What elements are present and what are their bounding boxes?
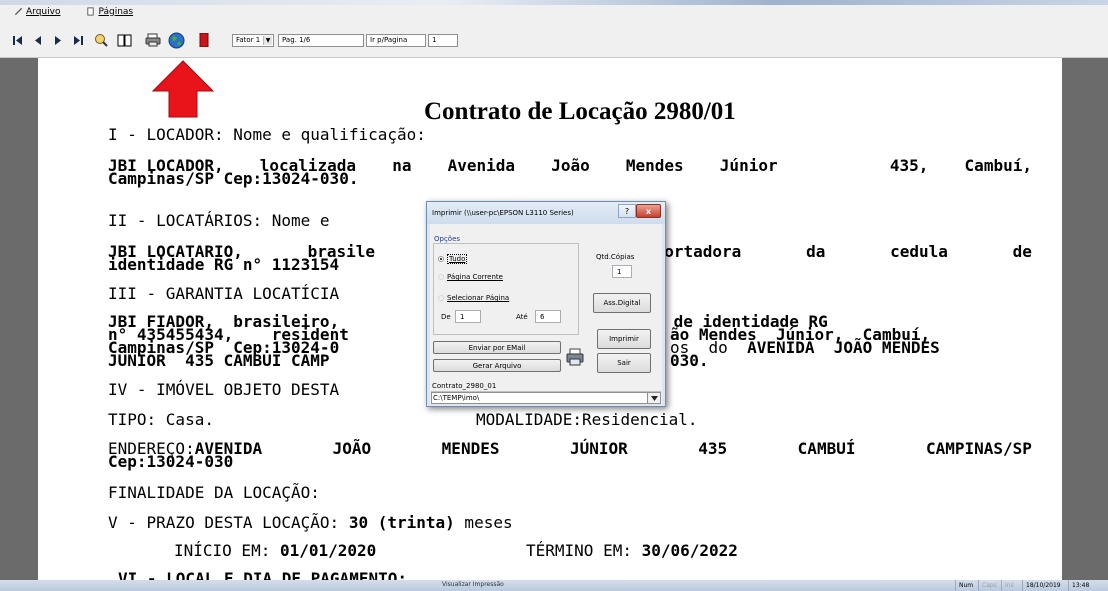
- magnifier-icon: [95, 34, 108, 47]
- doc-line: IV - IMÓVEL OBJETO DESTA: [108, 380, 340, 399]
- send-email-button[interactable]: Enviar por EMail: [433, 341, 561, 354]
- to-page-input[interactable]: 6: [535, 310, 561, 323]
- print-dialog: Imprimir (\\user-pc\EPSON L3110 Series) …: [426, 201, 666, 407]
- previous-page-button[interactable]: [28, 32, 48, 48]
- web-button[interactable]: [166, 31, 186, 49]
- status-bar: Visualizar Impressão Num Caps Ins 18/10/…: [0, 580, 1108, 591]
- menu-paginas[interactable]: Páginas: [86, 7, 133, 17]
- dialog-body: Opções Tudo Página Corrente Selecionar P…: [430, 224, 662, 404]
- folder-path-field[interactable]: C:\TEMP\imo\: [431, 392, 661, 404]
- first-page-icon: [13, 35, 22, 45]
- doc-line: TÉRMINO EM: 30/06/2022: [526, 541, 738, 560]
- copies-label: Qtd.Cópias: [596, 253, 635, 261]
- options-group-label: Opções: [433, 235, 462, 243]
- zoom-factor-select[interactable]: Fator 1 ▼: [232, 33, 274, 47]
- go-to-page-label: Ir p/Pagina: [366, 33, 426, 47]
- go-to-page-input[interactable]: 1: [428, 33, 458, 47]
- doc-line: FINALIDADE DA LOCAÇÃO:: [108, 483, 320, 502]
- status-text: Visualizar Impressão: [442, 581, 504, 588]
- red-arrow-icon: [152, 60, 214, 118]
- radio-current-page[interactable]: Página Corrente: [438, 273, 503, 281]
- doc-line: Campinas/SP Cep:13024-030.: [108, 169, 359, 188]
- doc-line: TIPO: Casa.: [108, 410, 214, 429]
- file-printer-button[interactable]: [563, 344, 587, 370]
- close-button[interactable]: x: [636, 204, 661, 218]
- to-label: Até: [516, 313, 528, 321]
- exit-door-icon: [199, 33, 209, 47]
- caps-lock-indicator: Caps: [978, 580, 1000, 591]
- insert-indicator: Ins: [1001, 580, 1021, 591]
- printer-icon: [566, 348, 584, 366]
- doc-line: VI - LOCAL E DIA DE PAGAMENTO:: [118, 569, 407, 581]
- next-page-button[interactable]: [48, 32, 68, 48]
- status-time: 13:48: [1068, 580, 1108, 591]
- last-page-icon: [74, 35, 83, 45]
- doc-line: Cep:13024-030: [108, 452, 234, 471]
- print-button[interactable]: [143, 31, 163, 49]
- print-confirm-button[interactable]: Imprimir: [597, 329, 651, 349]
- menu-bar: Arquivo Páginas: [0, 5, 1108, 18]
- doc-line: V - PRAZO DESTA LOCAÇÃO: 30 (trinta) mes…: [108, 513, 513, 532]
- previous-page-icon: [35, 35, 41, 45]
- doc-line: 030.: [670, 351, 709, 370]
- page-icon: [87, 7, 95, 16]
- doc-line: identidade RG n° 1123154: [108, 255, 340, 274]
- doc-line: JUNIOR 435 CAMBUI CAMP: [108, 351, 330, 370]
- two-pages-button[interactable]: [114, 31, 134, 49]
- doc-line: II - LOCATÁRIOS: Nome e: [108, 211, 330, 230]
- toolbar: Fator 1 ▼ Pag. 1/6 Ir p/Pagina 1: [0, 18, 1108, 58]
- zoom-button[interactable]: [91, 31, 111, 49]
- doc-line: III - GARANTIA LOCATÍCIA: [108, 284, 340, 303]
- doc-line: INÍCIO EM: 01/01/2020: [174, 541, 377, 560]
- doc-line-justified: ENDEREÇO:AVENIDA JOÃO MENDES JÚNIOR 435 CAMBU…: [108, 439, 1032, 458]
- page-indicator: Pag. 1/6: [278, 33, 364, 47]
- exit-dialog-button[interactable]: Sair: [597, 353, 651, 373]
- file-name-field[interactable]: Contrato_2980_01: [431, 380, 661, 392]
- from-page-input[interactable]: 1: [455, 310, 481, 323]
- num-lock-indicator: Num: [955, 580, 977, 591]
- radio-select-page[interactable]: Selecionar Página: [438, 294, 509, 302]
- book-icon: [117, 34, 131, 46]
- generate-file-button[interactable]: Gerar Arquivo: [433, 359, 561, 372]
- last-page-button[interactable]: [68, 32, 88, 48]
- printer-icon: [145, 33, 161, 47]
- globe-icon: [168, 32, 184, 48]
- next-page-icon: [55, 35, 61, 45]
- first-page-button[interactable]: [8, 32, 28, 48]
- doc-line: os do AVENIDA JOÃO MENDES: [670, 338, 940, 357]
- chevron-down-icon: ▼: [263, 35, 272, 45]
- radio-dot: [438, 274, 444, 280]
- status-date: 18/10/2019: [1022, 580, 1067, 591]
- exit-button[interactable]: [194, 31, 214, 49]
- radio-dot: [438, 295, 444, 301]
- document-title: Contrato de Locação 2980/01: [424, 98, 736, 125]
- help-button[interactable]: ?: [618, 204, 636, 218]
- radio-dot: [438, 256, 444, 262]
- radio-all-pages[interactable]: Tudo: [438, 254, 468, 264]
- menu-arquivo[interactable]: Arquivo: [14, 7, 60, 17]
- tools-icon: [14, 7, 23, 16]
- digital-signature-button[interactable]: Ass.Digital: [593, 293, 651, 313]
- folder-arrow-icon: [650, 395, 658, 401]
- doc-line: I - LOCADOR: Nome e qualificação:: [108, 125, 426, 144]
- browse-folder-button[interactable]: [647, 392, 661, 404]
- doc-line: MODALIDADE:Residencial.: [476, 410, 698, 429]
- copies-input[interactable]: 1: [612, 265, 632, 278]
- from-label: De: [441, 313, 451, 321]
